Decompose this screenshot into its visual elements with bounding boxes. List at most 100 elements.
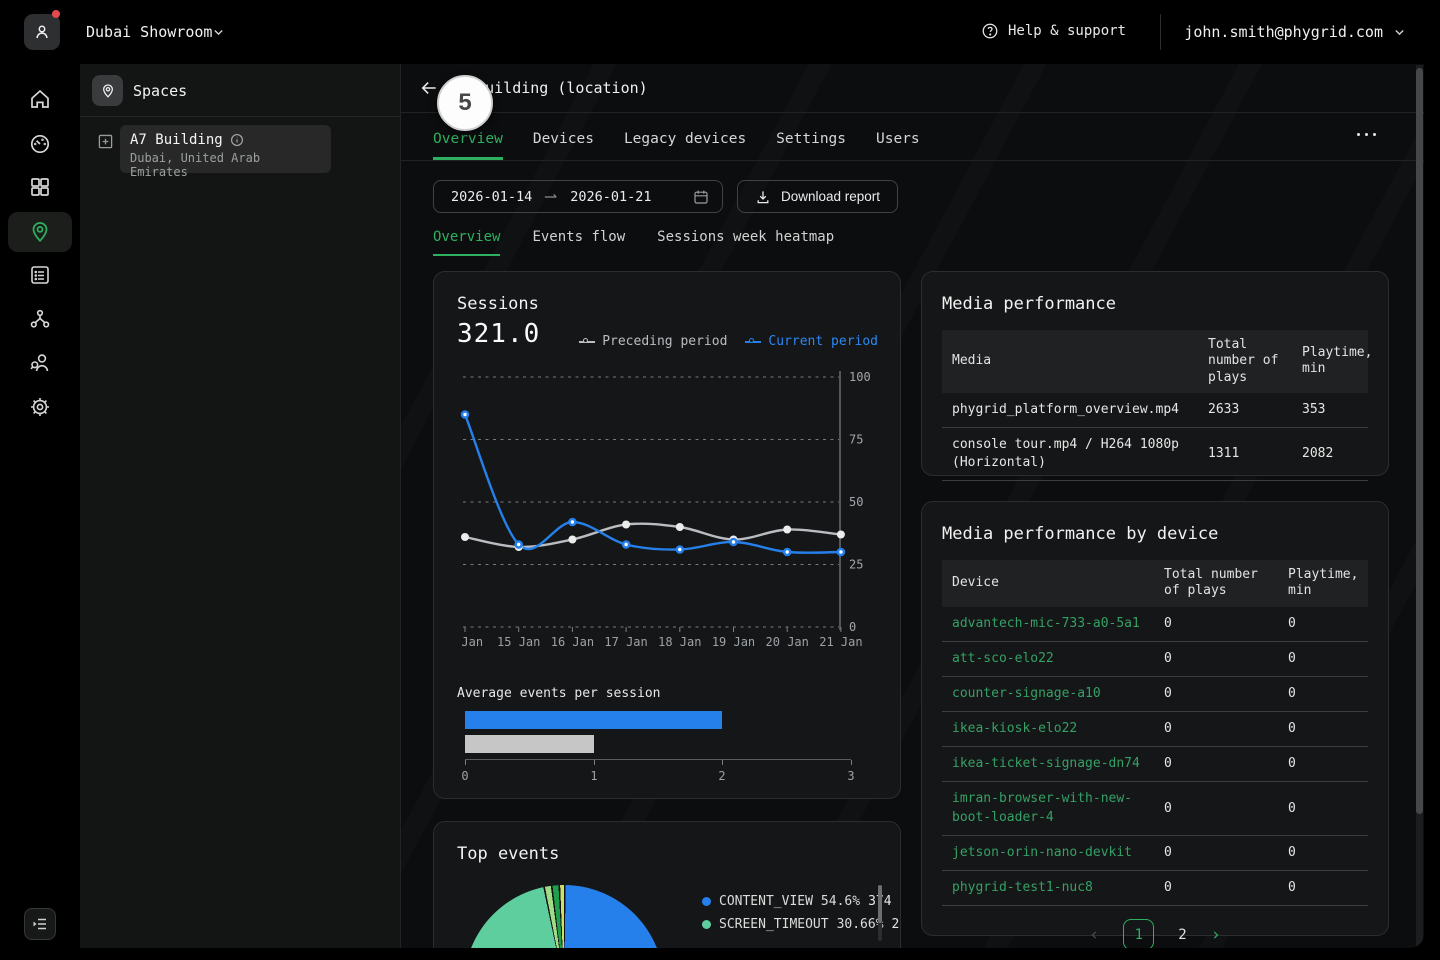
page-next-icon[interactable]: ›	[1211, 925, 1221, 945]
table-row[interactable]: counter-signage-a10 0 0	[942, 677, 1368, 712]
svg-text:16 Jan: 16 Jan	[551, 635, 594, 649]
device-link[interactable]: ikea-kiosk-elo22	[942, 712, 1154, 746]
table-row[interactable]: jetson-orin-nano-devkit 0 0	[942, 836, 1368, 871]
help-support-button[interactable]: Help & support	[981, 22, 1126, 40]
user-search-icon[interactable]	[28, 351, 52, 375]
gauge-icon[interactable]	[28, 131, 52, 155]
page-1-button[interactable]: 1	[1123, 919, 1154, 948]
table-header: Device Total number of plays Playtime, m…	[942, 560, 1368, 607]
gear-icon[interactable]	[28, 395, 52, 419]
svg-text:19 Jan: 19 Jan	[712, 635, 755, 649]
device-link[interactable]: advantech-mic-733-a0-5a1	[942, 607, 1154, 641]
tab-users[interactable]: Users	[876, 131, 920, 160]
page-prev-icon[interactable]: ‹	[1089, 925, 1099, 945]
device-link[interactable]: imran-browser-with-new-boot-loader-4	[942, 782, 1154, 834]
table-row[interactable]: console tour.mp4 / H264 1080p (Horizonta…	[942, 428, 1368, 481]
scrollbar-thumb[interactable]	[1416, 68, 1423, 814]
svg-text:25: 25	[849, 558, 863, 572]
legend-preceding-period[interactable]: Preceding period	[579, 334, 727, 349]
arrow-right-icon	[544, 192, 558, 202]
legend-marker-icon	[745, 341, 761, 343]
back-arrow-icon[interactable]	[419, 78, 439, 98]
subtab-events-flow[interactable]: Events flow	[532, 229, 625, 256]
page-2-button[interactable]: 2	[1178, 927, 1186, 943]
apps-grid-icon[interactable]	[28, 175, 52, 199]
help-support-label: Help & support	[1008, 23, 1126, 39]
sessions-line-chart: 10075502504 Jan15 Jan16 Jan17 Jan18 Jan1…	[457, 368, 879, 653]
svg-text:75: 75	[849, 433, 863, 447]
location-tabs: Overview Devices Legacy devices Settings…	[401, 113, 1424, 161]
table-row[interactable]: att-sco-elo22 0 0	[942, 642, 1368, 677]
event-count: 210	[892, 917, 901, 932]
subtab-sessions-week-heatmap[interactable]: Sessions week heatmap	[657, 229, 834, 256]
location-header: A7 Building (location)	[401, 64, 1424, 113]
media-performance-table: Media Total number of plays Playtime, mi…	[942, 330, 1368, 481]
table-row[interactable]: ikea-ticket-signage-dn74 0 0	[942, 747, 1368, 782]
table-row[interactable]: advantech-mic-733-a0-5a1 0 0	[942, 607, 1368, 642]
vertical-scrollbar[interactable]	[1416, 65, 1423, 947]
avg-events-title: Average events per session	[457, 686, 877, 701]
table-row[interactable]: imran-browser-with-new-boot-loader-4 0 0	[942, 782, 1368, 835]
device-link[interactable]: phygrid-test1-nuc8	[942, 871, 1154, 905]
home-icon[interactable]	[28, 87, 52, 111]
device-link[interactable]: counter-signage-a10	[942, 677, 1154, 711]
top-events-card: Top events CONTENT_VIEW 54.6% 374	[433, 821, 901, 948]
svg-text:15 Jan: 15 Jan	[497, 635, 540, 649]
sidebar-collapse-button[interactable]	[24, 908, 56, 940]
tree-expand-icon[interactable]	[98, 134, 113, 149]
account-avatar[interactable]	[24, 14, 60, 50]
avg-events-axis: 0123	[465, 759, 851, 785]
device-link[interactable]: att-sco-elo22	[942, 642, 1154, 676]
location-pin-icon[interactable]	[28, 220, 52, 244]
overview-content: 2026-01-14 2026-01-21 Download report	[401, 180, 1424, 948]
sessions-card: Sessions 321.0 Preceding period Current …	[433, 271, 901, 799]
svg-text:4 Jan: 4 Jan	[457, 635, 483, 649]
chevron-down-icon[interactable]	[212, 26, 225, 39]
ellipsis-menu-icon[interactable]	[1357, 133, 1376, 136]
account-menu[interactable]: john.smith@phygrid.com	[1184, 23, 1406, 41]
workspace-name[interactable]: Dubai Showroom	[86, 23, 212, 41]
chevron-down-icon	[1393, 26, 1406, 39]
legend-screen-timeout[interactable]: SCREEN_TIMEOUT 30.66% 210	[702, 913, 882, 936]
legend-current-period[interactable]: Current period	[745, 334, 878, 349]
space-item-a7-building[interactable]: A7 Building Dubai, United Arab Emirates	[120, 125, 331, 173]
legend-dot-icon	[702, 920, 711, 929]
media-by-device-card: Media performance by device Device Total…	[921, 501, 1389, 936]
annotation-badge-5: 5	[437, 75, 493, 131]
table-row[interactable]: phygrid-test1-nuc8 0 0	[942, 871, 1368, 906]
tab-devices[interactable]: Devices	[533, 131, 594, 160]
table-row[interactable]: ikea-kiosk-elo22 0 0	[942, 712, 1368, 747]
sessions-title: Sessions	[457, 294, 877, 314]
table-header: Media Total number of plays Playtime, mi…	[942, 330, 1368, 393]
hierarchy-icon[interactable]	[28, 307, 52, 331]
date-to[interactable]: 2026-01-21	[570, 189, 651, 205]
svg-text:50: 50	[849, 495, 863, 509]
media-by-device-title: Media performance by device	[942, 524, 1368, 544]
info-icon[interactable]	[230, 133, 244, 147]
tab-legacy-devices[interactable]: Legacy devices	[624, 131, 746, 160]
date-range-picker[interactable]: 2026-01-14 2026-01-21	[433, 180, 723, 213]
sessions-legend: Preceding period Current period	[579, 334, 878, 349]
legend-scrollbar[interactable]	[878, 885, 882, 941]
collapse-icon	[32, 916, 48, 932]
date-from[interactable]: 2026-01-14	[451, 189, 532, 205]
list-icon[interactable]	[28, 263, 52, 287]
svg-text:21 Jan: 21 Jan	[819, 635, 862, 649]
legend-marker-icon	[579, 341, 595, 343]
calendar-icon[interactable]	[693, 189, 709, 205]
topbar-divider	[1160, 14, 1161, 50]
tab-overview[interactable]: Overview	[433, 131, 503, 160]
legend-content-view[interactable]: CONTENT_VIEW 54.6% 374	[702, 890, 882, 913]
device-link[interactable]: jetson-orin-nano-devkit	[942, 836, 1154, 870]
tab-settings[interactable]: Settings	[776, 131, 846, 160]
table-row[interactable]: phygrid_platform_overview.mp4 2633 353	[942, 393, 1368, 428]
subtab-overview[interactable]: Overview	[433, 229, 500, 256]
topbar: Dubai Showroom Help & support john.smith…	[0, 0, 1440, 64]
location-pin-icon	[92, 75, 123, 106]
device-link[interactable]: ikea-ticket-signage-dn74	[942, 747, 1154, 781]
svg-text:0: 0	[849, 620, 856, 634]
spaces-panel: Spaces A7 Building Dubai, United Arab Em…	[80, 64, 400, 948]
app-window: Dubai Showroom Help & support john.smith…	[0, 0, 1440, 960]
download-report-button[interactable]: Download report	[737, 180, 898, 213]
top-events-pie-chart	[464, 885, 664, 948]
